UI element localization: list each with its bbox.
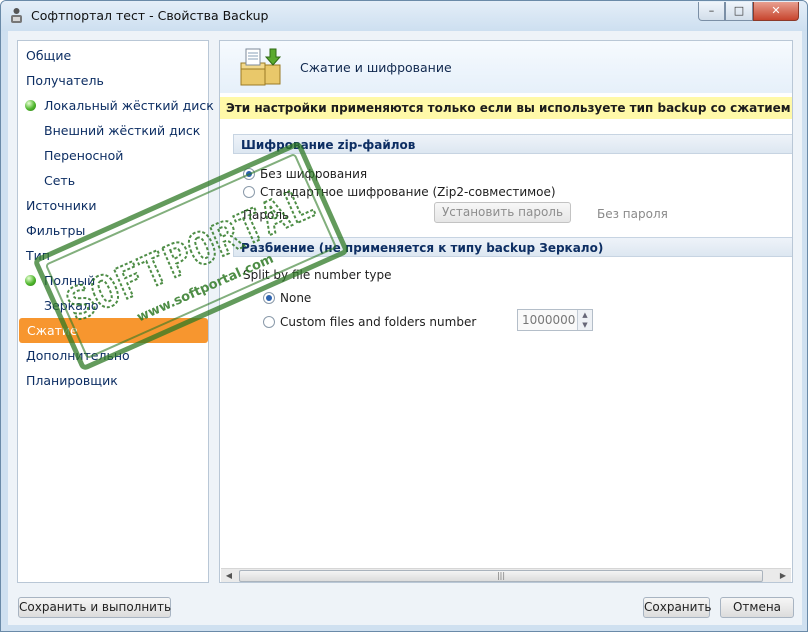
title-bar[interactable]: Софтпортал тест - Свойства Backup – □ ✕ (1, 1, 807, 31)
properties-window: Софтпортал тест - Свойства Backup – □ ✕ … (0, 0, 808, 632)
sidebar-item[interactable]: Дополнительно (18, 343, 208, 368)
radio-label: Без шифрования (260, 167, 368, 181)
sidebar-item-label: Локальный жёсткий диск (44, 98, 214, 113)
minimize-button[interactable]: – (698, 2, 725, 21)
settings-panel: Сжатие и шифрование Эти настройки примен… (219, 40, 793, 583)
cancel-button[interactable]: Отмена (720, 597, 794, 618)
status-dot-icon (25, 100, 36, 111)
set-password-button[interactable]: Установить пароль (434, 202, 571, 223)
horizontal-scrollbar[interactable]: ◀ ||| ▶ (221, 568, 791, 582)
radio-label: Custom files and folders number (280, 315, 477, 329)
maximize-button[interactable]: □ (725, 2, 753, 21)
panel-title: Сжатие и шифрование (300, 60, 452, 75)
sidebar-item[interactable]: Переносной (18, 143, 208, 168)
save-and-run-button[interactable]: Сохранить и выполнить (18, 597, 171, 618)
password-label: Пароль (243, 208, 290, 222)
sidebar-item[interactable]: Общие (18, 43, 208, 68)
encryption-section-header: Шифрование zip-файлов (233, 134, 792, 154)
info-notice: Эти настройки применяются только если вы… (220, 97, 792, 119)
sidebar-item[interactable]: Зеркало (18, 293, 208, 318)
radio-indicator (263, 316, 275, 328)
sidebar-item-label: Фильтры (26, 223, 86, 238)
sidebar-item[interactable]: Внешний жёсткий диск (18, 118, 208, 143)
sidebar-item-label: Сжатие (27, 323, 78, 338)
sidebar-item[interactable]: Полный (18, 268, 208, 293)
sidebar-item[interactable]: Сеть (18, 168, 208, 193)
sidebar-item-label: Сеть (44, 173, 76, 188)
scrollbar-thumb[interactable]: ||| (239, 570, 763, 582)
stepper-up-icon[interactable]: ▲ (577, 310, 592, 320)
password-status: Без пароля (597, 207, 668, 221)
dialog-body: Общие Получатель Локальный жёсткий диск Вне… (8, 31, 802, 625)
radio-indicator (243, 168, 255, 180)
sidebar-item-label: Зеркало (44, 298, 99, 313)
sidebar-item[interactable]: Локальный жёсткий диск (18, 93, 214, 118)
sidebar-item[interactable]: Тип (18, 243, 208, 268)
stepper-down-icon[interactable]: ▼ (577, 320, 592, 330)
panel-header: Сжатие и шифрование (220, 41, 792, 93)
split-type-label: Split by file number type (243, 268, 392, 282)
sidebar-item-label: Получатель (26, 73, 104, 88)
compression-box-icon (240, 48, 282, 86)
sidebar-item-label: Тип (26, 248, 50, 263)
sidebar-item-label: Планировщик (26, 373, 118, 388)
save-button[interactable]: Сохранить (643, 597, 712, 618)
app-icon (11, 8, 22, 23)
sidebar-item-label: Переносной (44, 148, 124, 163)
sidebar-item[interactable]: Получатель (18, 68, 208, 93)
sidebar-item[interactable]: Источники (18, 193, 208, 218)
close-button[interactable]: ✕ (753, 2, 799, 21)
sidebar-item[interactable]: Сжатие (19, 318, 208, 343)
radio-indicator (263, 292, 275, 304)
status-dot-icon (25, 275, 36, 286)
scroll-left-icon[interactable]: ◀ (221, 569, 237, 582)
radio-label: Стандартное шифрование (Zip2-совместимое… (260, 185, 556, 199)
sidebar-item-label: Источники (26, 198, 97, 213)
sidebar-item-label: Общие (26, 48, 72, 63)
scroll-right-icon[interactable]: ▶ (775, 569, 791, 582)
radio-indicator (243, 186, 255, 198)
sidebar-item-label: Внешний жёсткий диск (44, 123, 201, 138)
files-number-stepper[interactable]: 1000000 ▲ ▼ (517, 309, 593, 331)
sidebar-item-label: Полный (44, 273, 96, 288)
radio-label: None (280, 291, 312, 305)
files-number-value: 1000000 (522, 313, 576, 327)
sidebar-item[interactable]: Планировщик (18, 368, 208, 393)
window-title: Софтпортал тест - Свойства Backup (31, 8, 269, 23)
settings-sidebar: Общие Получатель Локальный жёсткий диск Вне… (17, 40, 214, 583)
sidebar-item[interactable]: Фильтры (18, 218, 208, 243)
split-section-header: Разбиение (не применяется к типу backup … (233, 237, 792, 257)
sidebar-item-label: Дополнительно (26, 348, 130, 363)
